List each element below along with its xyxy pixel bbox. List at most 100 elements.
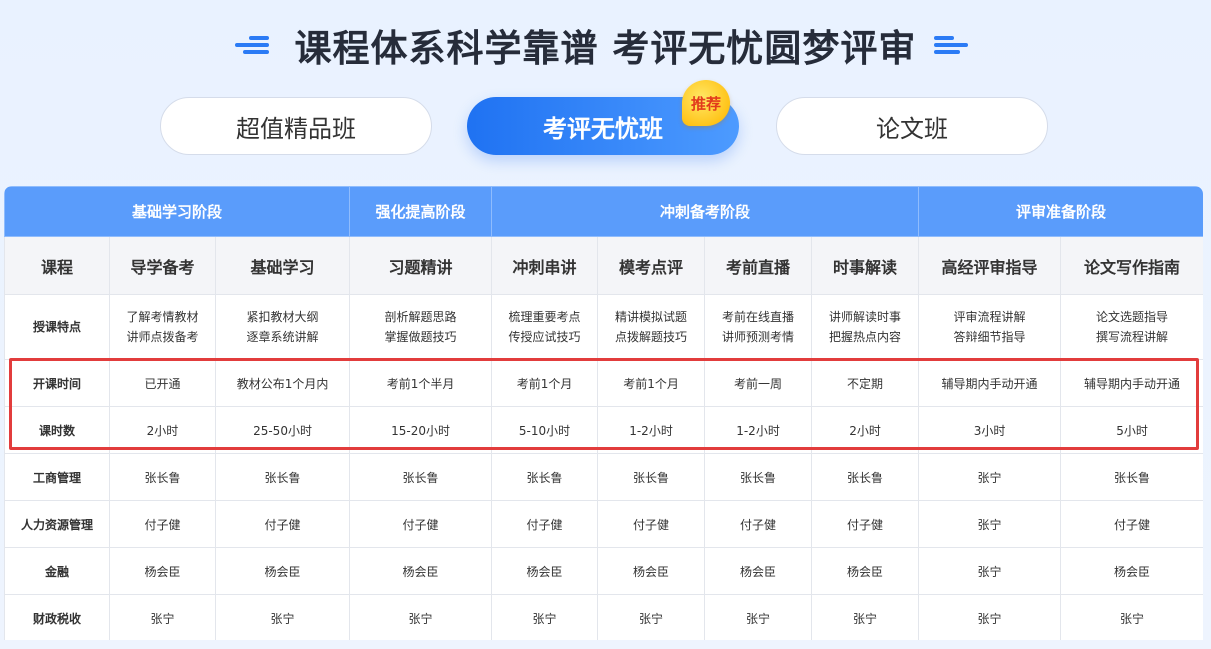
table-cell: 考前1个月 (597, 359, 706, 407)
table-cell: 张长鲁 (811, 453, 920, 501)
table-cell: 张宁 (491, 594, 599, 640)
heading-decoration-left-icon (233, 32, 277, 58)
course-name: 导学备考 (109, 236, 216, 295)
feature-cell: 讲师解读时事 把握热点内容 (811, 294, 920, 360)
table-cell: 付子健 (349, 500, 493, 548)
table-cell: 张宁 (811, 594, 920, 640)
table-cell: 张宁 (918, 594, 1062, 640)
table-cell: 张宁 (918, 500, 1062, 548)
course-name: 时事解读 (811, 236, 920, 295)
table-cell: 5小时 (1060, 406, 1203, 454)
table-row: 课时数 2小时 25-50小时 15-20小时 5-10小时 1-2小时 1-2小时 2小时 3… (4, 406, 1203, 454)
feature-cell: 了解考情教材 讲师点拨备考 (109, 294, 216, 360)
tab-thesis-class[interactable]: 论文班 (776, 97, 1048, 155)
table-cell: 杨会臣 (491, 547, 599, 595)
table-cell: 张宁 (918, 547, 1062, 595)
row-label: 金融 (4, 547, 110, 595)
table-cell: 张长鲁 (491, 453, 599, 501)
row-label: 人力资源管理 (4, 500, 110, 548)
table-cell: 付子健 (597, 500, 706, 548)
feature-cell: 考前在线直播 讲师预测考情 (704, 294, 813, 360)
table-cell: 付子健 (214, 500, 351, 548)
table-row: 工商管理 张长鲁 张长鲁 张长鲁 张长鲁 张长鲁 张长鲁 张长鲁 张宁 张长鲁 (4, 453, 1203, 501)
page-title: 课程体系科学靠谱 考评无忧圆梦评审 (294, 27, 917, 70)
stage-review: 评审准备阶段 (918, 186, 1203, 237)
table-cell: 张长鲁 (1060, 453, 1203, 501)
course-name: 高经评审指导 (918, 236, 1062, 295)
table-cell: 张长鲁 (349, 453, 493, 501)
table-row: 财政税收 张宁 张宁 张宁 张宁 张宁 张宁 张宁 张宁 张宁 (4, 594, 1203, 640)
feature-cell: 精讲模拟试题 点拨解题技巧 (597, 294, 706, 360)
table-cell: 考前1个半月 (349, 359, 493, 407)
course-header-row: 课程 导学备考 基础学习 习题精讲 冲刺串讲 模考点评 考前直播 时事解读 高经… (4, 236, 1203, 295)
feature-cell: 评审流程讲解 答辩细节指导 (918, 294, 1062, 360)
row-label: 开课时间 (4, 359, 110, 407)
feature-cell: 紧扣教材大纲 逐章系统讲解 (214, 294, 351, 360)
table-cell: 付子健 (1060, 500, 1203, 548)
table-cell: 张长鲁 (597, 453, 706, 501)
table-row: 人力资源管理 付子健 付子健 付子健 付子健 付子健 付子健 付子健 张宁 付子健 (4, 500, 1203, 548)
table-cell: 杨会臣 (811, 547, 920, 595)
table-cell: 付子健 (109, 500, 216, 548)
table-cell: 15-20小时 (349, 406, 493, 454)
table-cell: 付子健 (811, 500, 920, 548)
table-cell: 张宁 (1060, 594, 1203, 640)
table-cell: 张宁 (214, 594, 351, 640)
row-label: 课时数 (4, 406, 110, 454)
row-label: 授课特点 (4, 294, 110, 360)
table-cell: 张宁 (109, 594, 216, 640)
table-cell: 杨会臣 (349, 547, 493, 595)
course-name: 冲刺串讲 (491, 236, 599, 295)
table-cell: 1-2小时 (704, 406, 813, 454)
feature-row: 授课特点 了解考情教材 讲师点拨备考 紧扣教材大纲 逐章系统讲解 剖析解题思路 掌握做… (4, 294, 1203, 360)
course-table: 基础学习阶段 强化提高阶段 冲刺备考阶段 评审准备阶段 课程 导学备考 基础学习… (4, 186, 1203, 640)
table-cell: 杨会臣 (109, 547, 216, 595)
feature-cell: 剖析解题思路 掌握做题技巧 (349, 294, 493, 360)
data-rows: 开课时间 已开通 教材公布1个月内 考前1个半月 考前1个月 考前1个月 考前一周 不定期 辅导… (4, 359, 1203, 640)
stage-sprint: 冲刺备考阶段 (491, 186, 920, 237)
stage-intensive: 强化提高阶段 (349, 186, 493, 237)
table-cell: 张宁 (349, 594, 493, 640)
table-cell: 2小时 (109, 406, 216, 454)
course-name: 习题精讲 (349, 236, 493, 295)
table-cell: 教材公布1个月内 (214, 359, 351, 407)
table-cell: 付子健 (704, 500, 813, 548)
table-row: 开课时间 已开通 教材公布1个月内 考前1个半月 考前1个月 考前1个月 考前一周 不定期 辅导… (4, 359, 1203, 407)
feature-cell: 梳理重要考点 传授应试技巧 (491, 294, 599, 360)
table-cell: 张宁 (918, 453, 1062, 501)
row-label: 工商管理 (4, 453, 110, 501)
table-cell: 不定期 (811, 359, 920, 407)
tab-premium-class[interactable]: 超值精品班 (160, 97, 432, 155)
table-cell: 张长鲁 (214, 453, 351, 501)
table-cell: 张宁 (704, 594, 813, 640)
table-cell: 杨会臣 (597, 547, 706, 595)
table-cell: 张长鲁 (704, 453, 813, 501)
table-cell: 5-10小时 (491, 406, 599, 454)
table-cell: 付子健 (491, 500, 599, 548)
course-name: 考前直播 (704, 236, 813, 295)
course-name: 基础学习 (214, 236, 351, 295)
table-cell: 张长鲁 (109, 453, 216, 501)
stage-header-row: 基础学习阶段 强化提高阶段 冲刺备考阶段 评审准备阶段 (4, 186, 1203, 237)
page-heading: 课程体系科学靠谱 考评无忧圆梦评审 (0, 18, 1211, 72)
feature-cell: 论文选题指导 撰写流程讲解 (1060, 294, 1203, 360)
course-label: 课程 (4, 236, 110, 295)
table-cell: 杨会臣 (214, 547, 351, 595)
row-label: 财政税收 (4, 594, 110, 640)
table-cell: 考前1个月 (491, 359, 599, 407)
heading-decoration-right-icon (934, 32, 978, 58)
course-name: 模考点评 (597, 236, 706, 295)
course-name: 论文写作指南 (1060, 236, 1203, 295)
table-cell: 已开通 (109, 359, 216, 407)
table-cell: 辅导期内手动开通 (1060, 359, 1203, 407)
table-cell: 3小时 (918, 406, 1062, 454)
table-cell: 张宁 (597, 594, 706, 640)
table-cell: 杨会臣 (704, 547, 813, 595)
table-cell: 辅导期内手动开通 (918, 359, 1062, 407)
table-row: 金融 杨会臣 杨会臣 杨会臣 杨会臣 杨会臣 杨会臣 杨会臣 张宁 杨会臣 (4, 547, 1203, 595)
stage-basic: 基础学习阶段 (4, 186, 351, 237)
recommend-badge: 推荐 (682, 80, 730, 126)
table-cell: 考前一周 (704, 359, 813, 407)
table-cell: 25-50小时 (214, 406, 351, 454)
table-cell: 2小时 (811, 406, 920, 454)
